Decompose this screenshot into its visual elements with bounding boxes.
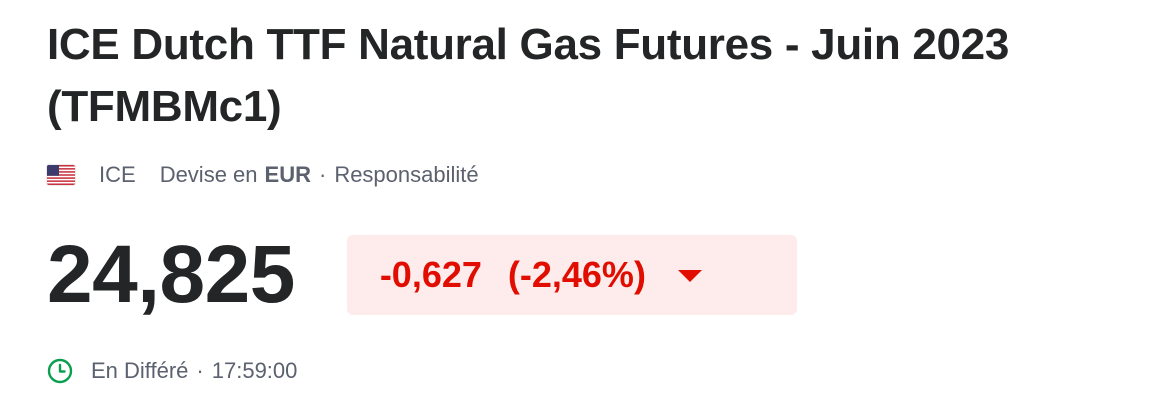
change-badge: -0,627 (-2,46%) [346,235,797,315]
triangle-down-icon [677,270,702,282]
currency-value: EUR [264,162,311,187]
status-separator: · [196,358,204,383]
disclaimer-link[interactable]: Responsabilité [334,162,478,188]
market-status: En Différé · 17:59:00 [47,356,1157,386]
last-price: 24,825 [47,229,295,320]
delay-status: En Différé [91,358,189,383]
page-title: ICE Dutch TTF Natural Gas Futures - Juin… [47,20,1010,131]
instrument-header: ICE Dutch TTF Natural Gas Futures - Juin… [47,14,1157,386]
quote-row: 24,825 -0,627 (-2,46%) [47,230,1157,320]
change-value: -0,627 [379,254,482,295]
meta-separator: · [318,162,327,187]
currency-label: Devise en [159,162,258,187]
change-percent: (-2,46%) [507,254,646,295]
instrument-meta: ICE Devise en EUR · Responsabilité [47,158,1157,192]
us-flag-icon [47,165,75,185]
clock-icon [47,358,73,384]
quote-time: 17:59:00 [211,358,298,383]
exchange-name: ICE [99,162,136,187]
